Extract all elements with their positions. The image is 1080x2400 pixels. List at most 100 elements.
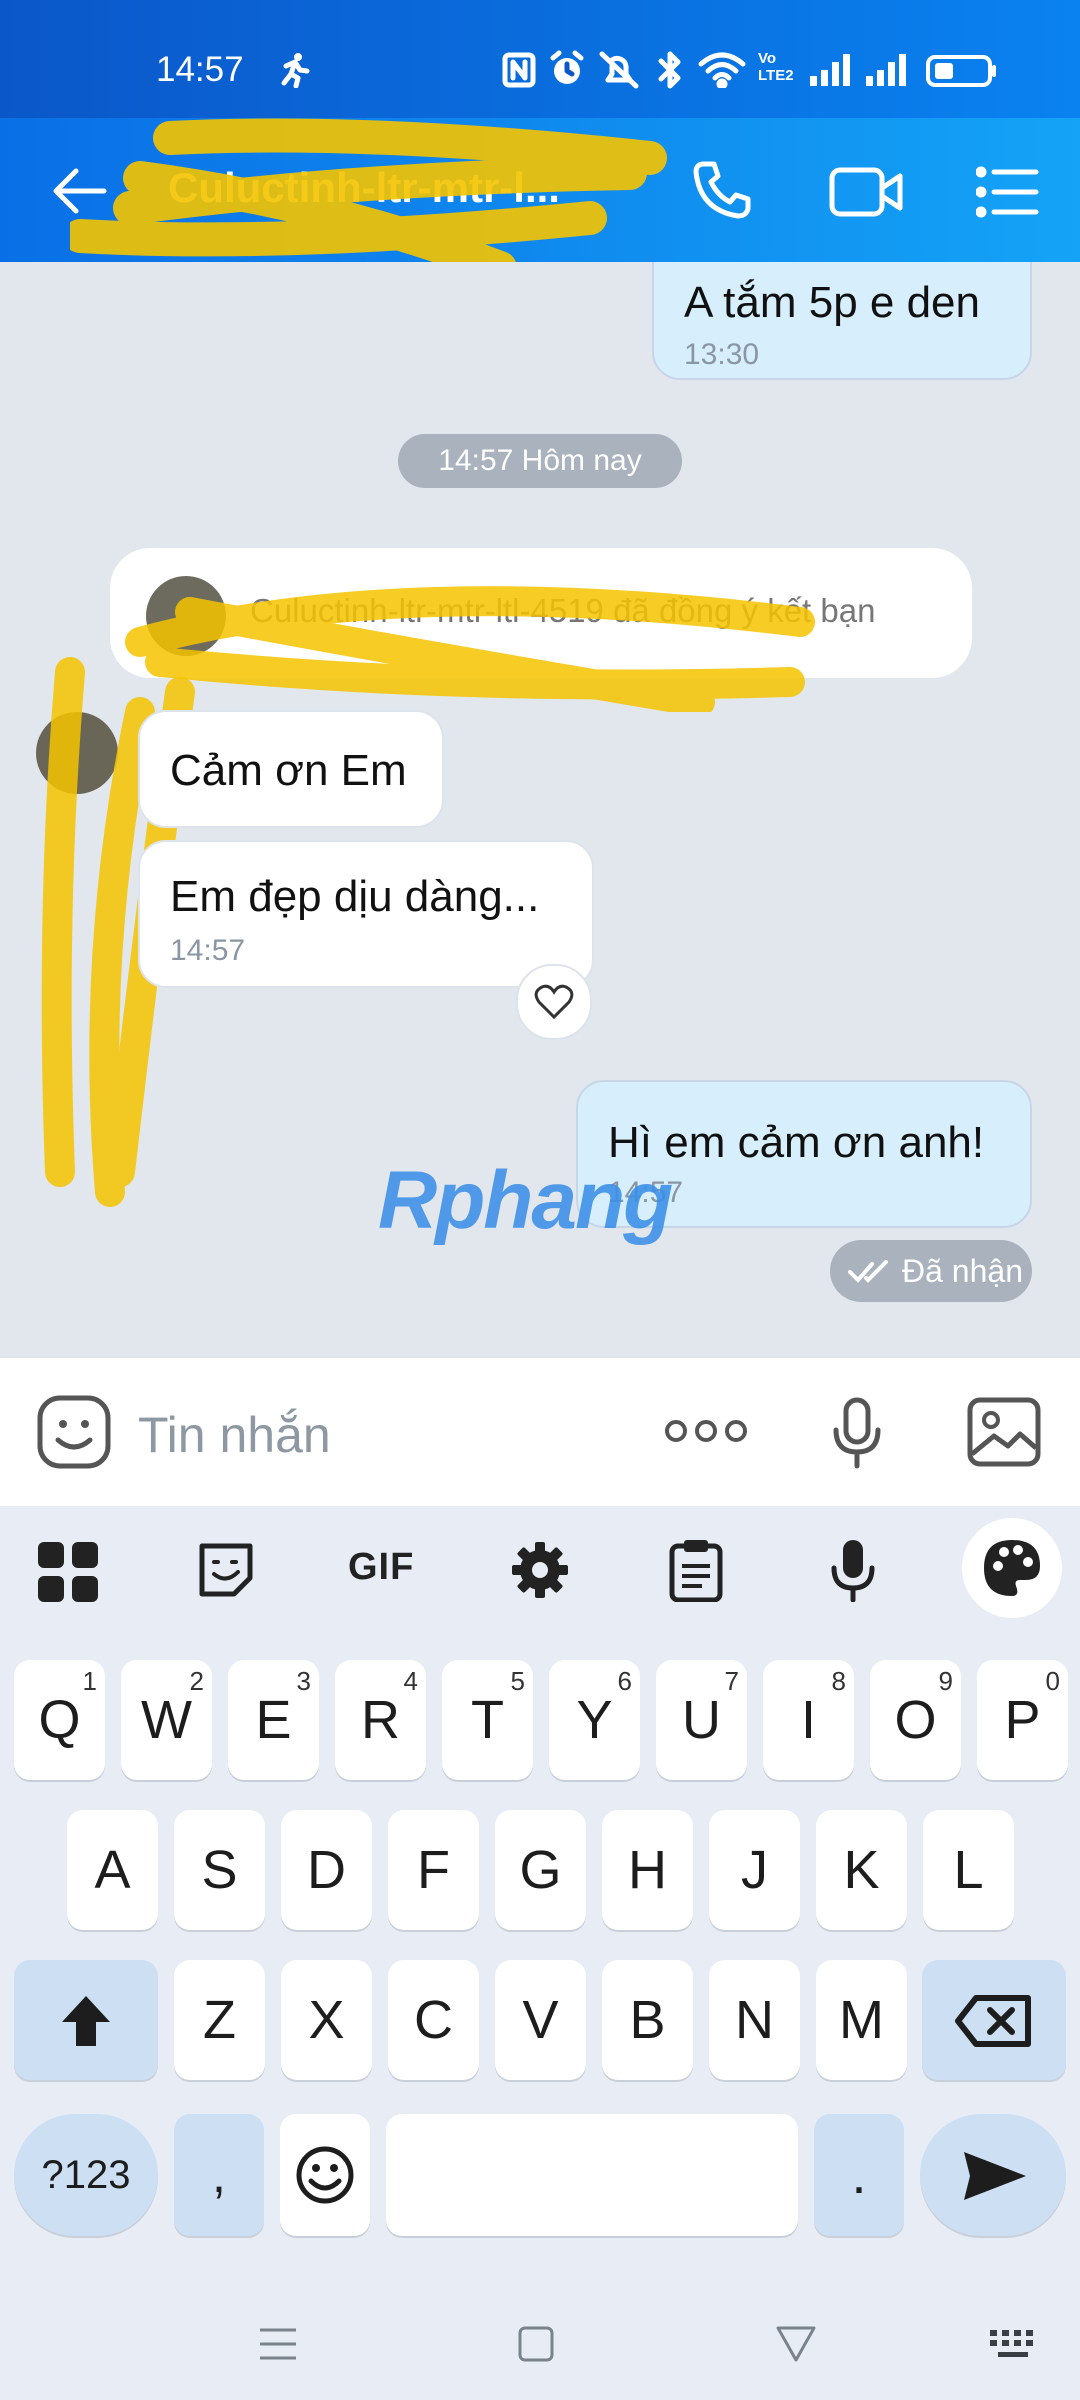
send-arrow-icon: [964, 2152, 1026, 2200]
gallery-image-icon[interactable]: [966, 1396, 1042, 1473]
key-c[interactable]: C: [388, 1960, 479, 2080]
key-x[interactable]: X: [281, 1960, 372, 2080]
clipboard-icon[interactable]: [668, 1538, 724, 1607]
phone-call-icon[interactable]: [690, 158, 754, 227]
gif-button[interactable]: GIF: [348, 1546, 414, 1589]
apps-grid-icon[interactable]: [36, 1540, 100, 1609]
key-w[interactable]: W2: [121, 1660, 212, 1780]
key-label: K: [843, 1840, 880, 1900]
nav-menu-icon[interactable]: [256, 2326, 300, 2367]
bluetooth-icon: [656, 50, 684, 95]
key-label: H: [628, 1840, 667, 1900]
key-label: D: [307, 1840, 346, 1900]
backspace-key[interactable]: [922, 1960, 1066, 2080]
key-k[interactable]: K: [816, 1810, 907, 1930]
key-number-hint: 4: [403, 1666, 418, 1696]
redaction-scribble: [70, 118, 667, 278]
send-key[interactable]: [920, 2114, 1066, 2236]
my-message-bubble[interactable]: A tắm 5p e den 13:30: [652, 262, 1032, 380]
key-label: C: [414, 1990, 453, 2050]
key-e[interactable]: E3: [228, 1660, 319, 1780]
key-q[interactable]: Q1: [14, 1660, 105, 1780]
running-activity-icon: [276, 52, 312, 93]
nav-home-icon[interactable]: [516, 2324, 556, 2369]
emoji-key[interactable]: [280, 2114, 370, 2236]
voice-message-icon[interactable]: [830, 1396, 884, 1475]
delivery-status-badge: Đã nhận: [830, 1240, 1032, 1302]
their-message-bubble[interactable]: Cảm ơn Em: [138, 710, 444, 828]
key-d[interactable]: D: [281, 1810, 372, 1930]
key-label: V: [522, 1990, 559, 2050]
key-j[interactable]: J: [709, 1810, 800, 1930]
key-n[interactable]: N: [709, 1960, 800, 2080]
status-bar: 14:57 Vo LTE2: [0, 0, 1080, 118]
react-heart-button[interactable]: [516, 964, 592, 1040]
key-l[interactable]: L: [923, 1810, 1014, 1930]
status-time: 14:57: [156, 50, 244, 89]
message-text: Em đẹp dịu dàng...: [170, 872, 540, 921]
alarm-icon: [548, 50, 586, 93]
key-label: J: [741, 1840, 768, 1900]
chat-area[interactable]: A tắm 5p e den 13:30 14:57 Hôm nay Culuc…: [0, 262, 1080, 1356]
keyboard-switch-icon[interactable]: [988, 2328, 1038, 2367]
period-key[interactable]: .: [814, 2114, 904, 2236]
signal-icon-2: [864, 52, 910, 93]
key-label: X: [308, 1990, 345, 2050]
key-u[interactable]: U7: [656, 1660, 747, 1780]
key-number-hint: 0: [1045, 1666, 1060, 1696]
key-h[interactable]: H: [602, 1810, 693, 1930]
key-y[interactable]: Y6: [549, 1660, 640, 1780]
more-options-icon[interactable]: [664, 1416, 748, 1451]
key-b[interactable]: B: [602, 1960, 693, 2080]
message-input[interactable]: Tin nhắn: [138, 1406, 331, 1464]
menu-list-icon[interactable]: [975, 166, 1040, 223]
key-t[interactable]: T5: [442, 1660, 533, 1780]
key-g[interactable]: G: [495, 1810, 586, 1930]
mute-icon: [598, 50, 640, 95]
shift-arrow-icon: [62, 1996, 110, 2046]
key-number-hint: 6: [617, 1666, 632, 1696]
space-key[interactable]: [386, 2114, 798, 2236]
theme-palette-button[interactable]: [962, 1518, 1062, 1618]
their-message-bubble[interactable]: Em đẹp dịu dàng... 14:57: [138, 840, 594, 988]
signal-icon-1: [808, 52, 854, 93]
message-text: A tắm 5p e den: [684, 278, 980, 327]
video-call-icon[interactable]: [828, 162, 904, 227]
key-a[interactable]: A: [67, 1810, 158, 1930]
key-row-2: ASDFGH J K L: [0, 1810, 1080, 1932]
shift-key[interactable]: [14, 1960, 158, 2080]
sticker-emoji-icon[interactable]: [36, 1394, 112, 1475]
palette-icon: [984, 1540, 1040, 1596]
nav-back-icon[interactable]: [774, 2324, 818, 2369]
key-label: E: [255, 1690, 292, 1750]
key-r[interactable]: R4: [335, 1660, 426, 1780]
key-m[interactable]: M: [816, 1960, 907, 2080]
key-s[interactable]: S: [174, 1810, 265, 1930]
key-label: W: [141, 1690, 192, 1750]
key-f[interactable]: F: [388, 1810, 479, 1930]
battery-icon: [926, 54, 998, 93]
keyboard-mic-icon[interactable]: [830, 1538, 876, 1607]
comma-key[interactable]: ,: [174, 2114, 264, 2236]
key-v[interactable]: V: [495, 1960, 586, 2080]
key-label: U: [682, 1690, 721, 1750]
key-o[interactable]: O9: [870, 1660, 961, 1780]
key-z[interactable]: Z: [174, 1960, 265, 2080]
settings-gear-icon[interactable]: [510, 1540, 570, 1605]
sticker-icon[interactable]: [198, 1542, 254, 1603]
key-label: T: [471, 1690, 504, 1750]
date-separator: 14:57 Hôm nay: [398, 434, 682, 488]
volte-icon: Vo LTE2: [758, 50, 794, 84]
key-label: O: [894, 1690, 937, 1750]
key-label: M: [839, 1990, 884, 2050]
key-label: I: [800, 1690, 816, 1750]
wifi-icon: [698, 52, 746, 93]
key-row-3: ZX C VBNM: [0, 1960, 1080, 2082]
symbols-key[interactable]: ?123: [14, 2114, 158, 2236]
key-p[interactable]: P0: [977, 1660, 1068, 1780]
key-i[interactable]: I8: [763, 1660, 854, 1780]
emoji-smile-icon: [296, 2146, 354, 2204]
key-label: R: [361, 1690, 400, 1750]
key-label: L: [953, 1840, 984, 1900]
double-check-icon: [848, 1260, 888, 1283]
